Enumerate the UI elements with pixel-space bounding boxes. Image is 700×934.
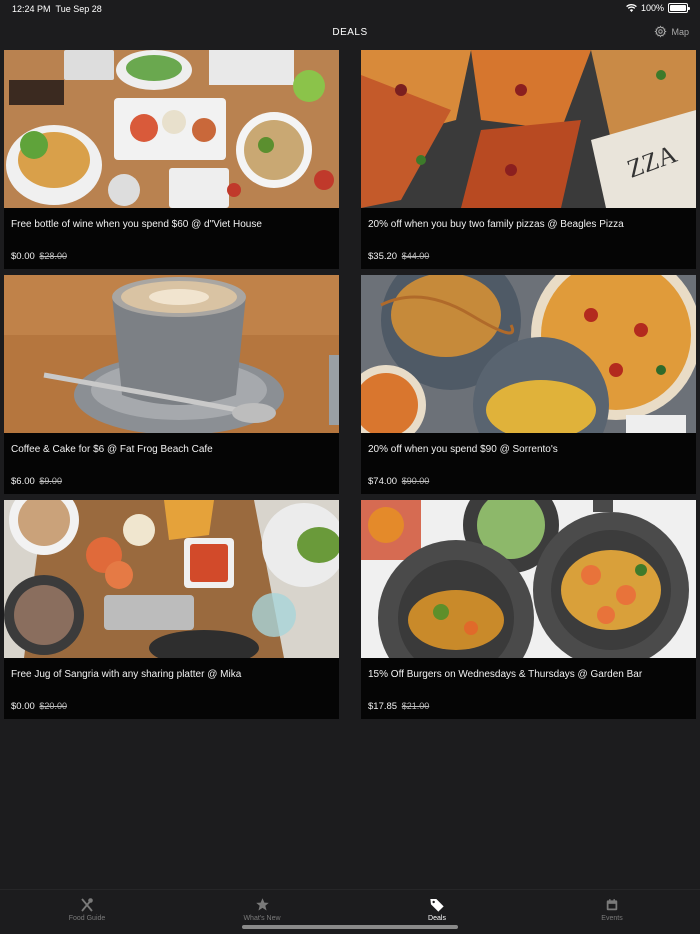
deal-original-price: $28.00 (39, 251, 67, 261)
deal-image-prawn-pasta (361, 500, 696, 658)
deal-image-pasta-pizza (361, 275, 696, 433)
deal-card[interactable]: 20% off when you spend $90 @ Sorrento's … (361, 275, 696, 494)
map-label: Map (671, 26, 689, 37)
tab-label: What's New (243, 915, 281, 922)
deal-price-row: $35.20 $44.00 (361, 244, 696, 262)
tab-bar: Food Guide What's New Deals Events (0, 889, 700, 934)
deal-card[interactable]: Free bottle of wine when you spend $60 @… (4, 50, 339, 269)
tab-food-guide[interactable]: Food Guide (27, 896, 147, 922)
deal-price: $35.20 (368, 251, 398, 262)
deal-title: 20% off when you buy two family pizzas @… (368, 219, 624, 230)
navigation-bar: DEALS Map (0, 18, 700, 48)
tab-label: Events (601, 915, 623, 922)
battery-percent: 100% (640, 3, 664, 13)
deal-price: $6.00 (11, 476, 35, 487)
deal-image-pizza: ZZA (361, 50, 696, 208)
gear-icon (654, 25, 668, 38)
tab-label: Food Guide (68, 915, 106, 922)
deal-price-row: $0.00 $20.00 (4, 694, 339, 712)
star-icon (255, 898, 269, 911)
deal-image-seafood (4, 500, 339, 658)
deal-price: $17.85 (368, 701, 398, 712)
deals-grid: Free bottle of wine when you spend $60 @… (4, 50, 696, 719)
tab-deals[interactable]: Deals (377, 896, 497, 922)
deal-price: $74.00 (368, 476, 398, 487)
deal-original-price: $20.00 (39, 701, 67, 711)
status-time: 12:24 PM Tue Sep 28 (12, 4, 102, 14)
deal-price-row: $0.00 $28.00 (4, 244, 339, 262)
deal-card[interactable]: 15% Off Burgers on Wednesdays & Thursday… (361, 500, 696, 719)
deal-original-price: $44.00 (401, 251, 430, 261)
deal-original-price: $90.00 (401, 476, 430, 486)
map-button[interactable]: Map (654, 25, 689, 38)
deal-title: 20% off when you spend $90 @ Sorrento's (368, 444, 558, 455)
deal-price: $0.00 (11, 701, 35, 712)
home-indicator[interactable] (242, 925, 458, 929)
page-title: DEALS (332, 27, 368, 38)
deal-title: Free Jug of Sangria with any sharing pla… (11, 669, 242, 680)
deal-title: 15% Off Burgers on Wednesdays & Thursday… (368, 669, 643, 680)
deal-price-row: $74.00 $90.00 (361, 469, 696, 487)
deal-card[interactable]: Coffee & Cake for $6 @ Fat Frog Beach Ca… (4, 275, 339, 494)
deal-original-price: $21.00 (401, 701, 430, 711)
deal-title: Free bottle of wine when you spend $60 @… (11, 219, 262, 230)
deal-original-price: $9.00 (39, 476, 62, 486)
tab-label: Deals (428, 915, 446, 922)
deal-price-row: $6.00 $9.00 (4, 469, 339, 487)
battery-icon (668, 3, 690, 13)
calendar-icon (606, 898, 618, 910)
tab-whats-new[interactable]: What's New (202, 896, 322, 922)
status-bar: 12:24 PM Tue Sep 28 100% (0, 0, 700, 18)
status-indicators: 100% (626, 3, 690, 13)
deal-title: Coffee & Cake for $6 @ Fat Frog Beach Ca… (11, 444, 213, 455)
deal-card[interactable]: Free Jug of Sangria with any sharing pla… (4, 500, 339, 719)
fork-knife-icon (81, 897, 93, 912)
deal-price-row: $17.85 $21.00 (361, 694, 696, 712)
wifi-icon (626, 4, 637, 12)
tab-events[interactable]: Events (552, 896, 672, 922)
tag-icon (430, 898, 444, 912)
deal-card[interactable]: ZZA 20% off when you buy two family pizz… (361, 50, 696, 269)
deal-image-coffee (4, 275, 339, 433)
deal-image-vietnamese-food (4, 50, 339, 208)
deal-price: $0.00 (11, 251, 35, 262)
